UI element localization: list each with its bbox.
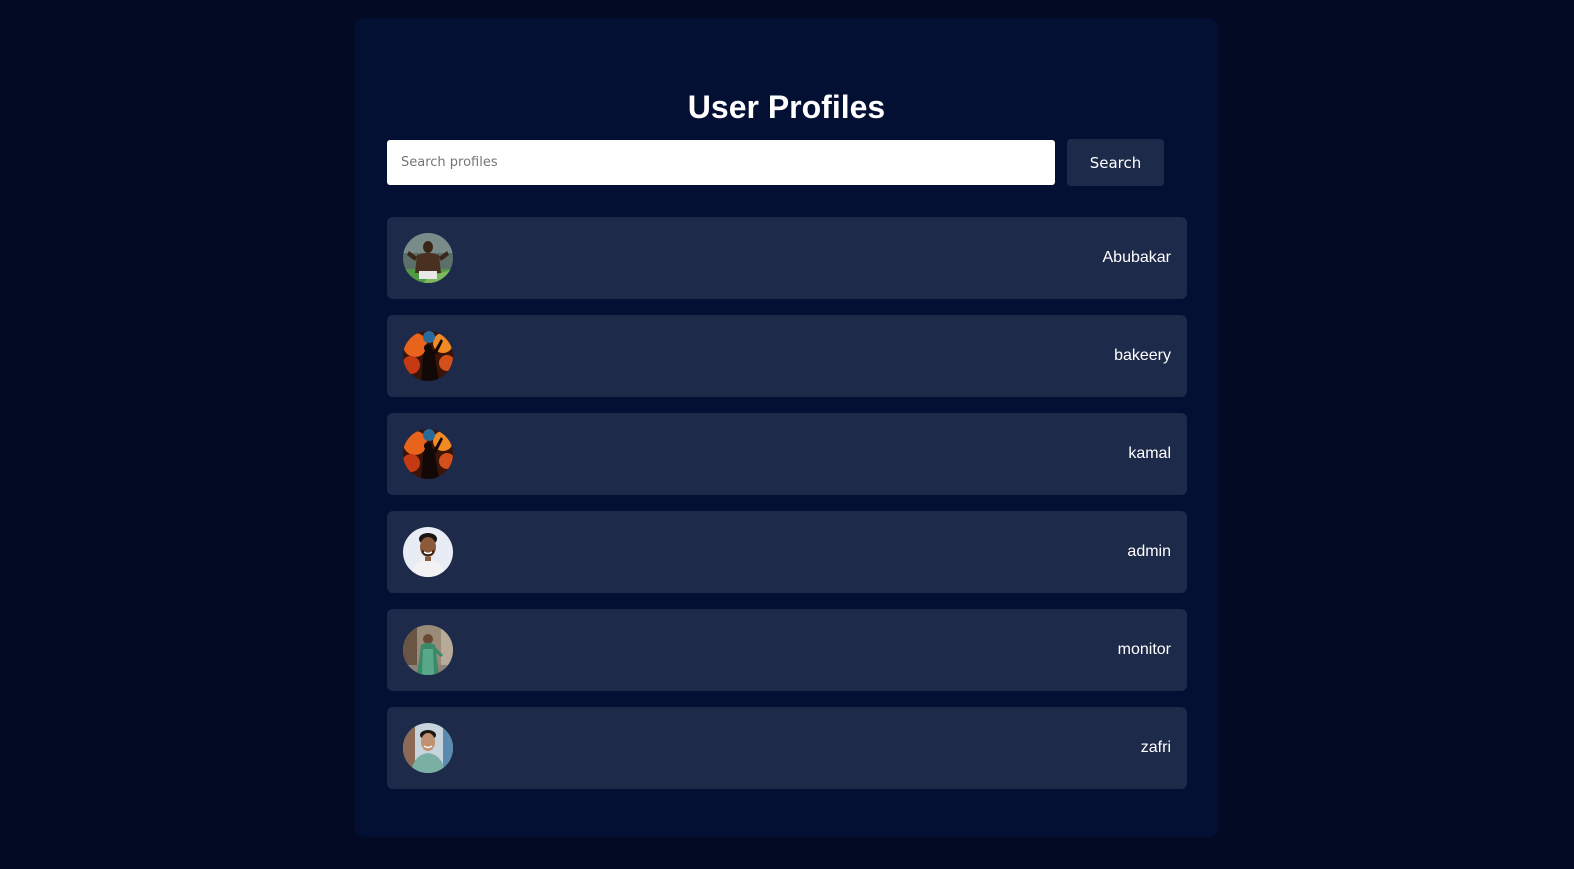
profile-card[interactable]: Abubakar [387,217,1187,299]
profile-username: admin [1127,543,1171,560]
profile-username: bakeery [1114,347,1171,364]
profile-username: zafri [1140,739,1171,756]
profile-card[interactable]: bakeery [387,315,1187,397]
profile-list: Abubakar bakeery kamal admin monitor zaf… [387,217,1187,805]
profile-username: kamal [1128,445,1171,462]
avatar [403,625,453,675]
profile-card[interactable]: kamal [387,413,1187,495]
page-title: User Profiles [687,89,886,125]
avatar [403,233,453,283]
search-button[interactable]: Search [1067,139,1164,186]
profile-username: Abubakar [1102,249,1172,266]
profile-card[interactable]: admin [387,511,1187,593]
avatar [403,723,453,773]
avatar [403,429,453,479]
profile-username: monitor [1117,641,1171,658]
profile-card[interactable]: zafri [387,707,1187,789]
profiles-panel: User Profiles Search Abubakar [355,18,1218,837]
search-input[interactable] [387,140,1055,185]
avatar [403,527,453,577]
avatar [403,331,453,381]
profile-card[interactable]: monitor [387,609,1187,691]
